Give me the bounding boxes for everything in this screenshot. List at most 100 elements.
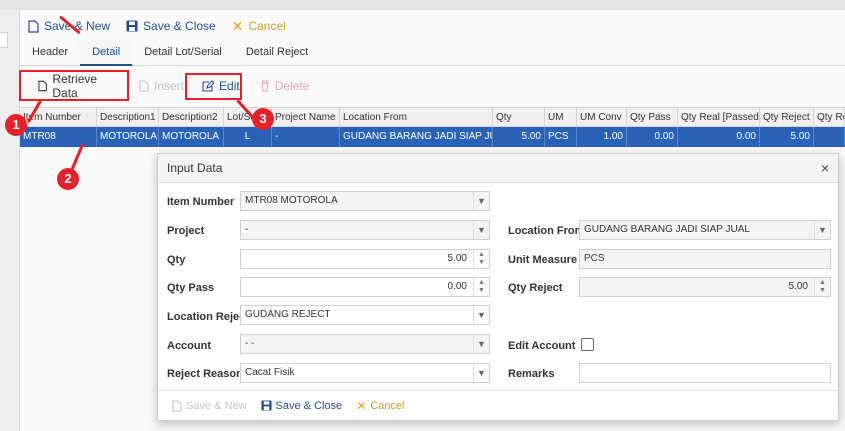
cancel-label: Cancel [248,19,286,33]
column-header[interactable]: Project Name [272,108,340,126]
reject-reason-value: Cacat Fisik [245,367,295,378]
unit-measure-field: PCS [579,249,831,269]
table-cell: 0.00 [627,127,678,147]
new-document-icon [28,19,39,33]
column-header[interactable]: Description2 [159,108,224,126]
table-cell: MOTOROLA [97,127,159,147]
qty-pass-field[interactable]: 0.00 ▲ ▼ [240,277,490,297]
detail-grid: Item Number Description1 Description2 Lo… [20,107,845,147]
location-from-value: GUDANG BARANG JADI SIAP JUAL [584,224,750,235]
location-reject-field[interactable]: GUDANG REJECT ▼ [240,305,490,325]
chevron-down-icon: ▼ [473,306,489,324]
column-header[interactable]: UM Conv [577,108,627,126]
highlight-edit [185,73,242,100]
table-cell: L [224,127,272,147]
location-from-label: Location From [508,225,585,237]
input-data-dialog: Input Data × Item Number MTR08 MOTOROLA … [157,153,839,421]
annotation-badge: 1 [5,114,27,136]
tab-header[interactable]: Header [20,40,80,66]
column-header[interactable]: Qty Re [814,108,845,126]
reject-reason-label: Reject Reason [167,368,243,380]
chevron-down-icon: ▼ [473,221,489,239]
tab-bar: Header Detail Detail Lot/Serial Detail R… [20,40,845,66]
dialog-cancel-label: Cancel [370,399,405,412]
left-panel-strip [0,10,20,431]
column-header[interactable]: UM [545,108,577,126]
spinner-icon[interactable]: ▲ ▼ [473,250,489,268]
account-label: Account [167,340,211,352]
item-number-label: Item Number [167,196,235,208]
column-header[interactable]: Qty Pass [627,108,678,126]
annotation-badge: 3 [252,108,274,130]
highlight-retrieve-data [19,70,129,101]
column-header[interactable]: Qty [493,108,545,126]
chevron-down-icon: ▼ [814,221,830,239]
item-number-value: MTR08 MOTOROLA [245,195,338,206]
cancel-button[interactable]: ✕ Cancel [232,18,286,35]
edit-account-label: Edit Account [508,340,576,352]
qty-field[interactable]: 5.00 ▲ ▼ [240,249,490,269]
remarks-field[interactable] [579,363,831,383]
chevron-down-icon: ▼ [473,364,489,382]
table-cell: MTR08 [20,127,97,147]
tab-detail-reject[interactable]: Detail Reject [234,40,320,66]
dialog-save-new-button[interactable]: Save & New [172,400,247,412]
table-row[interactable]: MTR08 MOTOROLA MOTOROLA L - GUDANG BARAN… [20,127,845,147]
table-cell: GUDANG BARANG JADI SIAP JUAL [340,127,493,147]
table-cell: - [272,127,340,147]
project-field[interactable]: - ▼ [240,220,490,240]
table-cell [814,127,845,147]
close-icon[interactable]: × [821,160,829,176]
account-value: - - [245,338,255,349]
chevron-down-icon: ▼ [473,192,489,210]
save-close-button[interactable]: Save & Close [126,19,216,33]
left-panel-handle[interactable] [0,32,8,48]
account-field[interactable]: - - ▼ [240,334,490,354]
column-header[interactable]: Location From [340,108,493,126]
dialog-header: Input Data × [158,154,838,183]
item-number-field[interactable]: MTR08 MOTOROLA ▼ [240,191,490,211]
cancel-icon: ✕ [356,398,367,413]
location-from-field[interactable]: GUDANG BARANG JADI SIAP JUAL ▼ [579,220,831,240]
new-document-icon [172,399,182,412]
delete-label: Delete [274,79,310,93]
qty-reject-value: 5.00 [788,281,808,292]
remarks-label: Remarks [508,368,555,380]
trash-icon [260,80,269,92]
grid-header: Item Number Description1 Description2 Lo… [20,107,845,127]
dialog-save-close-button[interactable]: Save & Close [260,400,342,412]
location-reject-label: Location Reject [167,311,249,323]
tab-detail[interactable]: Detail [80,40,133,66]
table-cell: PCS [545,127,577,147]
insert-label: Insert [154,79,185,93]
spinner-icon[interactable]: ▲ ▼ [473,278,489,296]
save-icon [260,400,272,411]
table-cell: 5.00 [493,127,545,147]
annotation-badge: 2 [57,168,79,190]
new-document-icon [139,80,149,92]
column-header[interactable]: Qty Reject [760,108,814,126]
project-value: - [245,224,249,235]
chevron-down-icon: ▼ [473,335,489,353]
table-cell: 0.00 [678,127,760,147]
insert-button[interactable]: Insert [131,74,192,98]
qty-reject-field[interactable]: 5.00 ▲ ▼ [579,277,831,297]
location-reject-value: GUDANG REJECT [245,309,331,320]
dialog-footer: Save & New Save & Close ✕ Cancel [158,390,838,420]
delete-button[interactable]: Delete [252,74,318,98]
qty-value: 5.00 [447,253,467,264]
save-close-label: Save & Close [143,19,216,33]
cancel-icon: ✕ [231,17,244,34]
column-header[interactable]: Description1 [97,108,159,126]
qty-reject-label: Qty Reject [508,282,563,294]
edit-account-checkbox[interactable] [581,338,594,351]
column-header[interactable]: Qty Real [Passed] [678,108,760,126]
qty-pass-value: 0.00 [447,281,467,292]
table-cell: 5.00 [760,127,814,147]
tab-detail-lot-serial[interactable]: Detail Lot/Serial [132,40,234,66]
dialog-cancel-button[interactable]: ✕ Cancel [356,399,404,413]
dialog-save-new-label: Save & New [186,399,247,412]
reject-reason-field[interactable]: Cacat Fisik ▼ [240,363,490,383]
dialog-title: Input Data [167,161,223,175]
spinner-icon[interactable]: ▲ ▼ [814,278,830,296]
